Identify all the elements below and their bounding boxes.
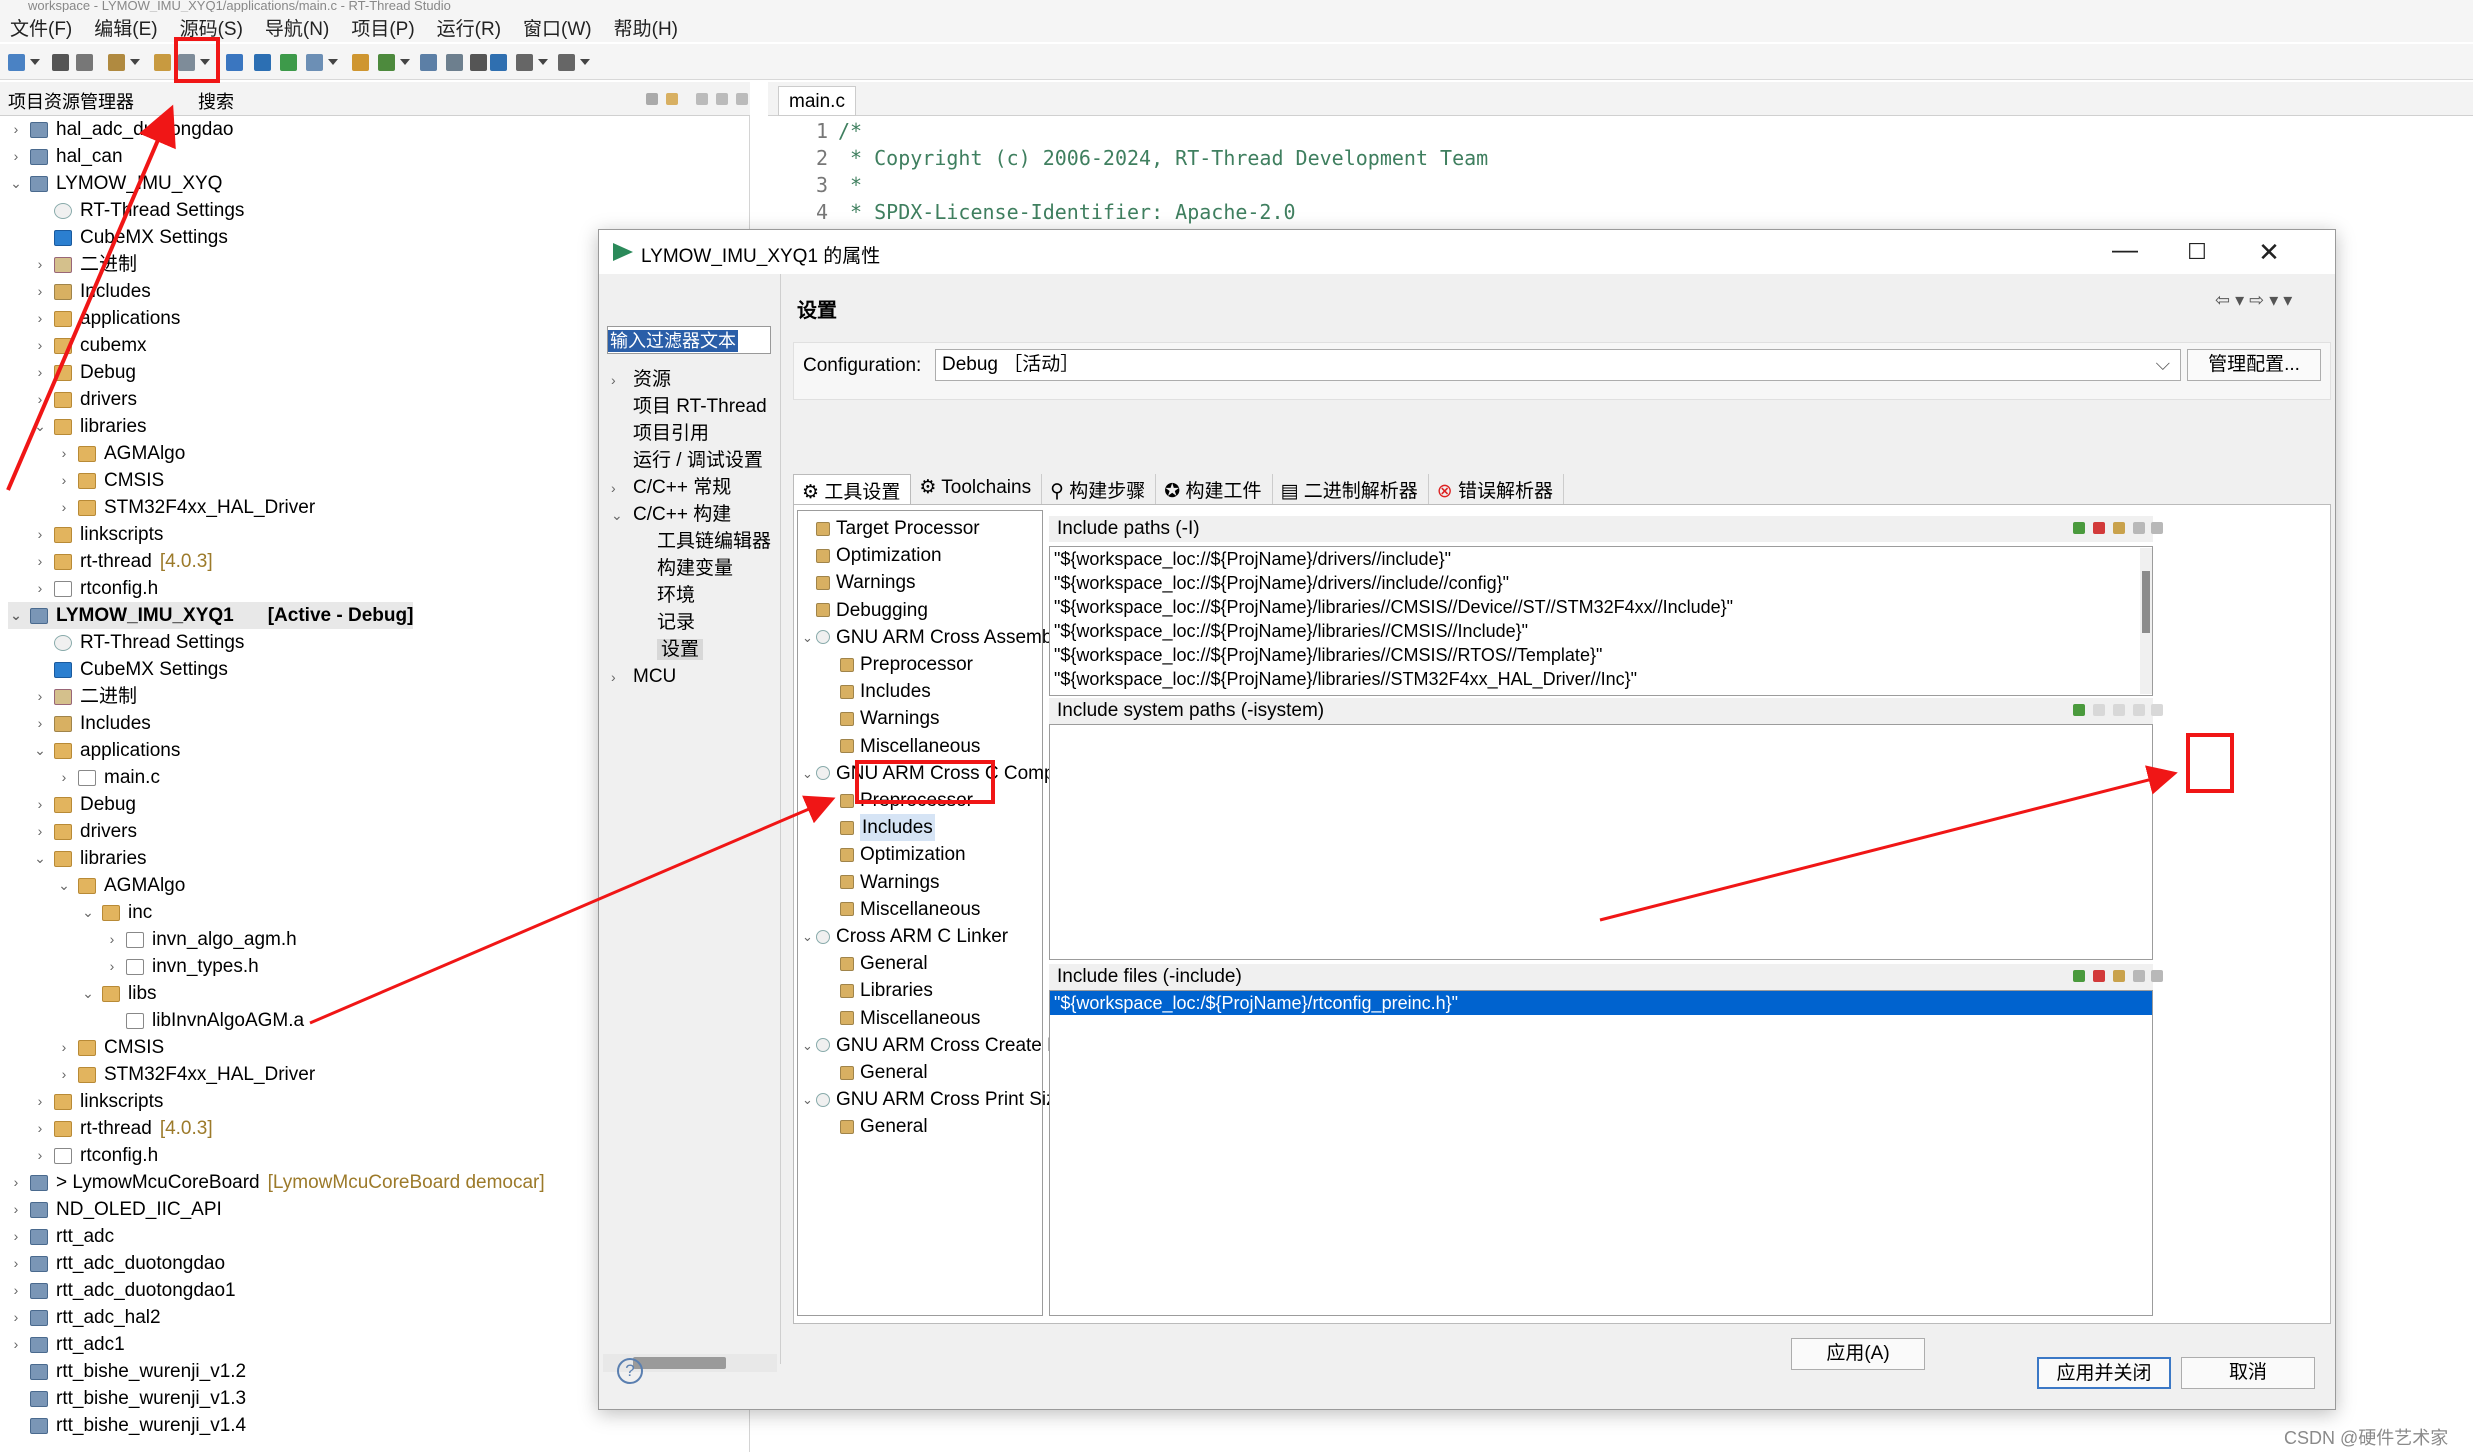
arrow-to-includes [309,795,836,1025]
watermark: CSDN @硬件艺术家 [2284,1428,2449,1448]
annotation-arrows [6,104,2178,1025]
arrow-to-add-icon [1599,765,2178,922]
arrow-to-toolbar [6,104,176,491]
